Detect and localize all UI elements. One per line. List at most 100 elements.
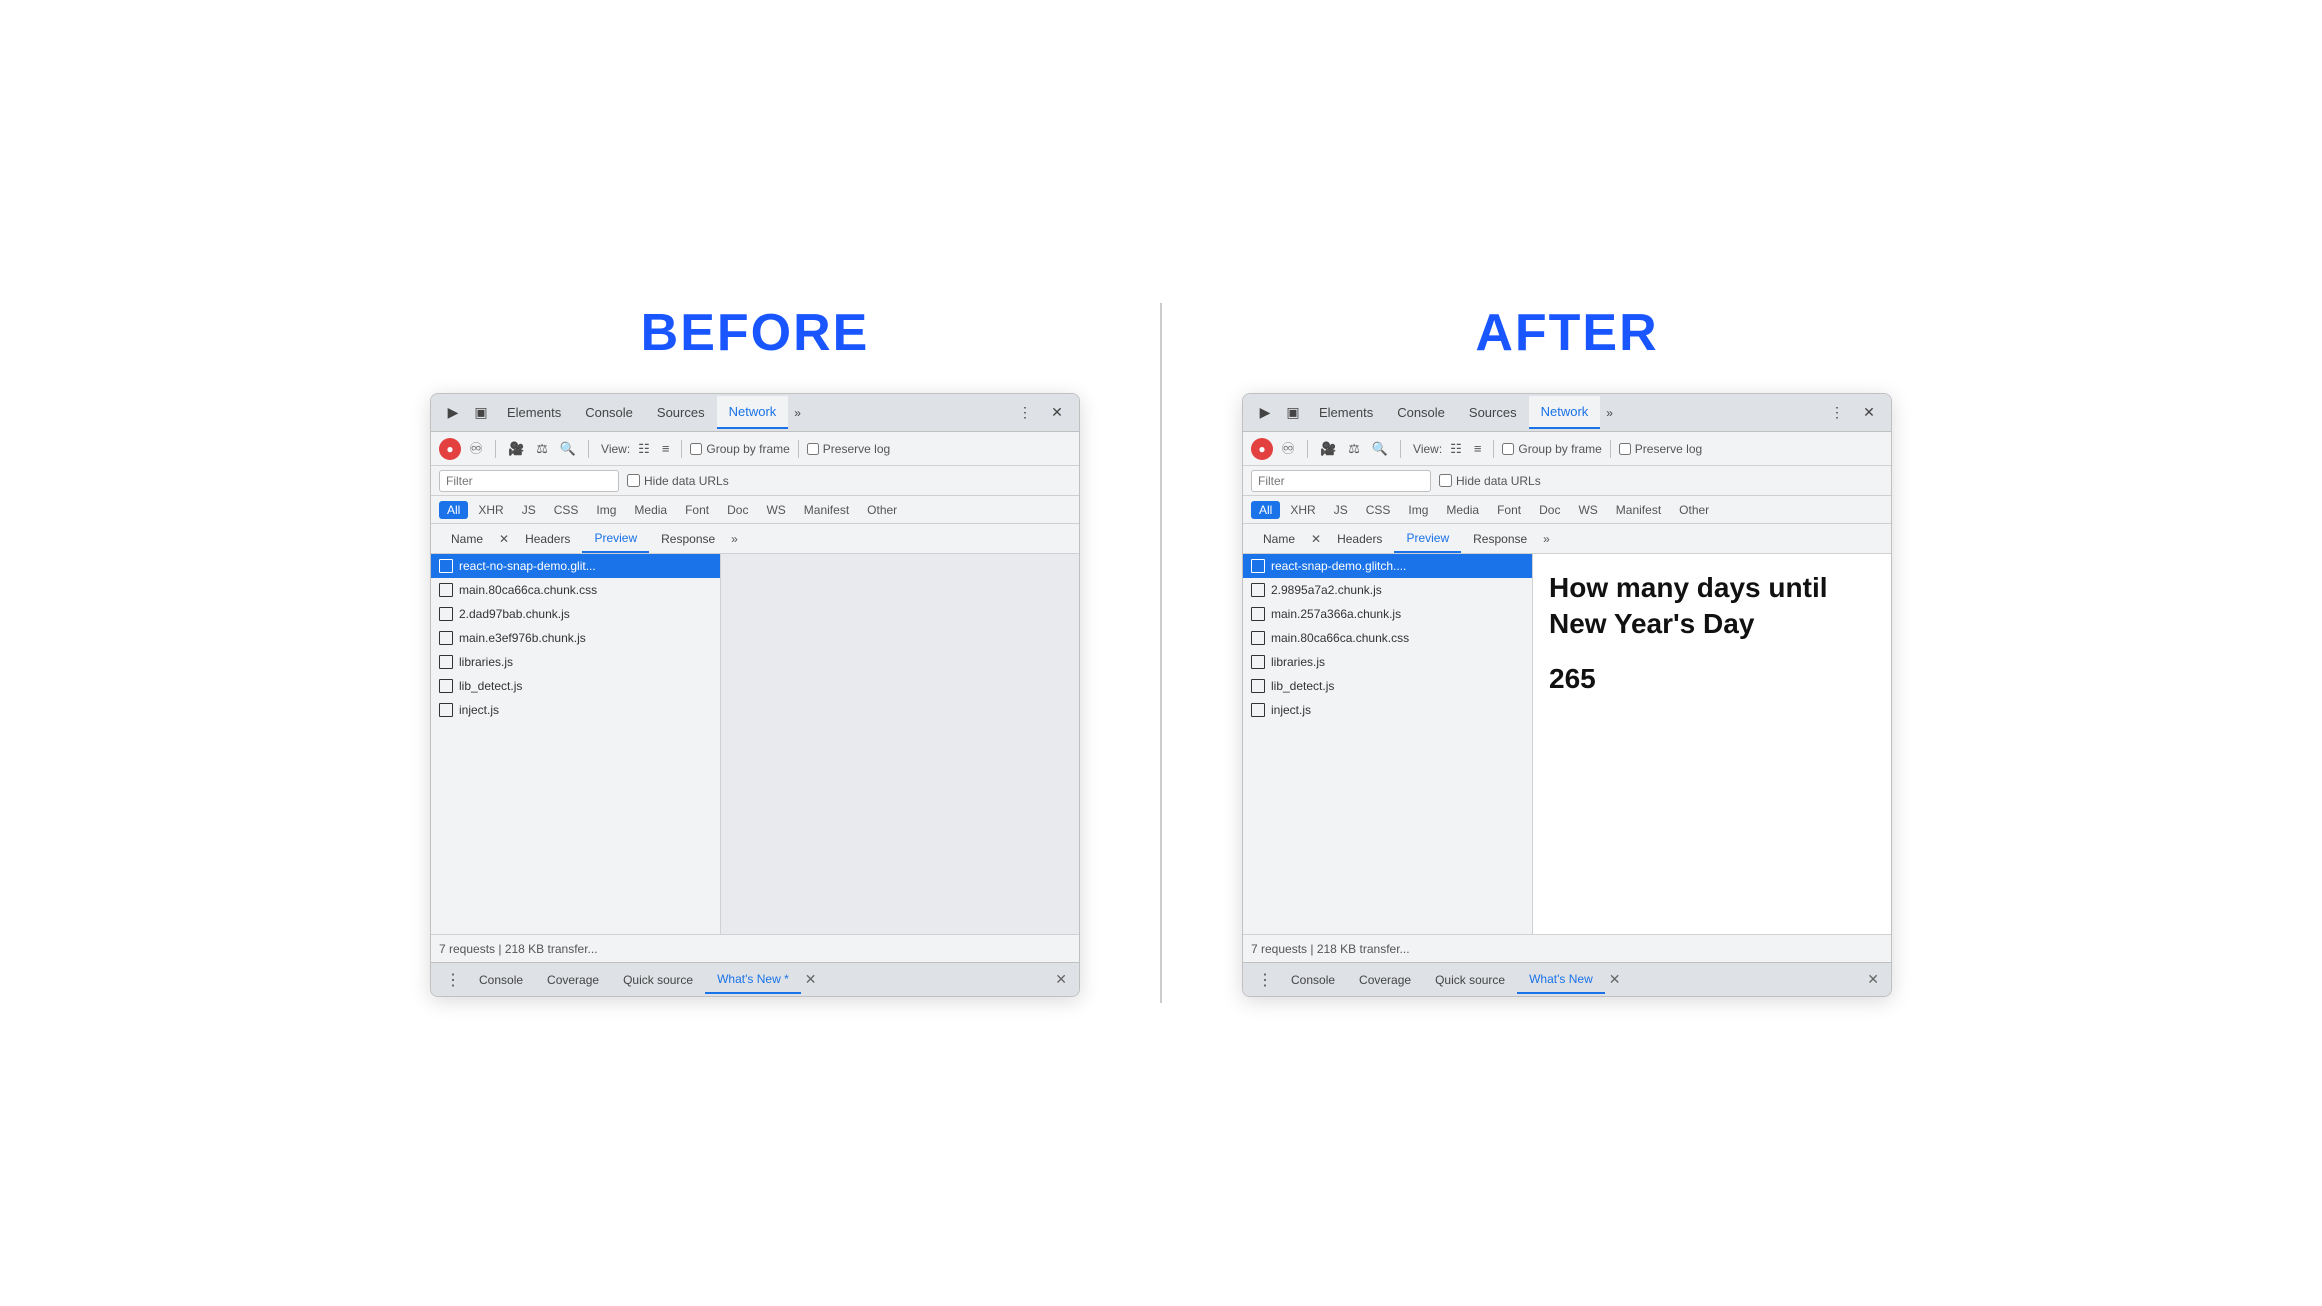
before-panel-headers[interactable]: Headers [513,526,582,552]
after-type-img[interactable]: Img [1400,501,1436,519]
after-bottom-quicksource[interactable]: Quick source [1423,967,1517,993]
after-cursor-icon[interactable]: ▶ [1251,399,1279,427]
before-tab-more[interactable]: » [788,402,807,424]
after-tab-console[interactable]: Console [1385,397,1457,428]
before-tab-elements[interactable]: Elements [495,397,573,428]
after-type-other[interactable]: Other [1671,501,1717,519]
after-panel-name[interactable]: Name [1251,526,1307,552]
after-type-js[interactable]: JS [1326,501,1356,519]
before-type-xhr[interactable]: XHR [470,501,511,519]
before-filter-icon[interactable]: ⚖ [532,439,552,459]
before-file-4[interactable]: libraries.js [431,650,720,674]
before-panel-response[interactable]: Response [649,526,727,552]
after-tab-network[interactable]: Network [1529,396,1601,429]
before-panel-preview[interactable]: Preview [582,525,649,553]
after-type-manifest[interactable]: Manifest [1608,501,1669,519]
before-type-js[interactable]: JS [514,501,544,519]
before-file-5[interactable]: lib_detect.js [431,674,720,698]
after-type-all[interactable]: All [1251,501,1280,519]
before-bottom-close[interactable]: ✕ [801,969,821,990]
after-filter-input[interactable] [1251,470,1431,492]
before-clear-btn[interactable]: ♾ [465,438,487,460]
before-camera-icon[interactable]: 🎥 [504,439,528,459]
before-bottom-coverage[interactable]: Coverage [535,967,611,993]
before-panel-name[interactable]: Name [439,526,495,552]
after-preserve-log-checkbox[interactable] [1619,443,1631,455]
before-cursor-icon[interactable]: ▶ [439,399,467,427]
after-panel-preview[interactable]: Preview [1394,525,1461,553]
before-search-icon[interactable]: 🔍 [556,439,580,459]
after-type-ws[interactable]: WS [1570,501,1605,519]
after-panel-headers[interactable]: Headers [1325,526,1394,552]
before-record-btn[interactable]: ● [439,438,461,460]
after-group-by-frame-checkbox[interactable] [1502,443,1514,455]
before-tab-network[interactable]: Network [717,396,789,429]
before-close-icon[interactable]: ✕ [1043,399,1071,427]
after-more-actions-icon[interactable]: ⋮ [1823,399,1851,427]
after-devtools-close[interactable]: ✕ [1863,969,1883,990]
before-type-css[interactable]: CSS [546,501,587,519]
before-tab-sources[interactable]: Sources [645,397,717,428]
before-file-6[interactable]: inject.js [431,698,720,722]
after-type-media[interactable]: Media [1438,501,1487,519]
before-type-media[interactable]: Media [626,501,675,519]
after-bottom-whatsnew[interactable]: What's New [1517,966,1605,994]
after-file-5[interactable]: lib_detect.js [1243,674,1532,698]
before-group-by-frame-checkbox[interactable] [690,443,702,455]
after-clear-btn[interactable]: ♾ [1277,438,1299,460]
before-preserve-log-checkbox[interactable] [807,443,819,455]
after-file-1[interactable]: 2.9895a7a2.chunk.js [1243,578,1532,602]
after-view-list-icon[interactable]: ☷ [1446,439,1466,459]
before-bottom-whatsnew[interactable]: What's New * [705,966,801,994]
after-bottom-console[interactable]: Console [1279,967,1347,993]
before-file-0[interactable]: react-no-snap-demo.glit... [431,554,720,578]
after-bottom-menu[interactable]: ⋮ [1251,966,1279,994]
before-bottom-menu[interactable]: ⋮ [439,966,467,994]
before-view-list-icon[interactable]: ☷ [634,439,654,459]
before-file-3[interactable]: main.e3ef976b.chunk.js [431,626,720,650]
after-tab-more[interactable]: » [1600,402,1619,424]
after-file-2[interactable]: main.257a366a.chunk.js [1243,602,1532,626]
before-hide-data-urls-checkbox[interactable] [627,474,640,487]
after-camera-icon[interactable]: 🎥 [1316,439,1340,459]
before-more-actions-icon[interactable]: ⋮ [1011,399,1039,427]
before-type-img[interactable]: Img [588,501,624,519]
after-record-btn[interactable]: ● [1251,438,1273,460]
after-panel-more[interactable]: » [1539,528,1554,550]
before-file-2[interactable]: 2.dad97bab.chunk.js [431,602,720,626]
before-panel-name-close[interactable]: ✕ [495,528,513,550]
after-bottom-close[interactable]: ✕ [1605,969,1625,990]
after-view-grid-icon[interactable]: ≡ [1470,439,1486,458]
after-file-3[interactable]: main.80ca66ca.chunk.css [1243,626,1532,650]
after-inspect-icon[interactable]: ▣ [1279,399,1307,427]
after-tab-sources[interactable]: Sources [1457,397,1529,428]
after-type-css[interactable]: CSS [1358,501,1399,519]
after-file-0[interactable]: react-snap-demo.glitch.... [1243,554,1532,578]
before-bottom-quicksource[interactable]: Quick source [611,967,705,993]
after-search-icon[interactable]: 🔍 [1368,439,1392,459]
before-filter-input[interactable] [439,470,619,492]
before-devtools-close[interactable]: ✕ [1051,969,1071,990]
after-type-font[interactable]: Font [1489,501,1529,519]
after-file-4[interactable]: libraries.js [1243,650,1532,674]
before-type-font[interactable]: Font [677,501,717,519]
after-close-icon[interactable]: ✕ [1855,399,1883,427]
before-inspect-icon[interactable]: ▣ [467,399,495,427]
before-panel-more[interactable]: » [727,528,742,550]
before-type-manifest[interactable]: Manifest [796,501,857,519]
after-panel-name-close[interactable]: ✕ [1307,528,1325,550]
before-type-doc[interactable]: Doc [719,501,756,519]
after-bottom-coverage[interactable]: Coverage [1347,967,1423,993]
after-type-doc[interactable]: Doc [1531,501,1568,519]
after-tab-elements[interactable]: Elements [1307,397,1385,428]
after-panel-response[interactable]: Response [1461,526,1539,552]
before-file-1[interactable]: main.80ca66ca.chunk.css [431,578,720,602]
before-type-other[interactable]: Other [859,501,905,519]
after-file-6[interactable]: inject.js [1243,698,1532,722]
before-type-ws[interactable]: WS [758,501,793,519]
before-tab-console[interactable]: Console [573,397,645,428]
after-type-xhr[interactable]: XHR [1282,501,1323,519]
after-filter-icon[interactable]: ⚖ [1344,439,1364,459]
after-hide-data-urls-checkbox[interactable] [1439,474,1452,487]
before-bottom-console[interactable]: Console [467,967,535,993]
